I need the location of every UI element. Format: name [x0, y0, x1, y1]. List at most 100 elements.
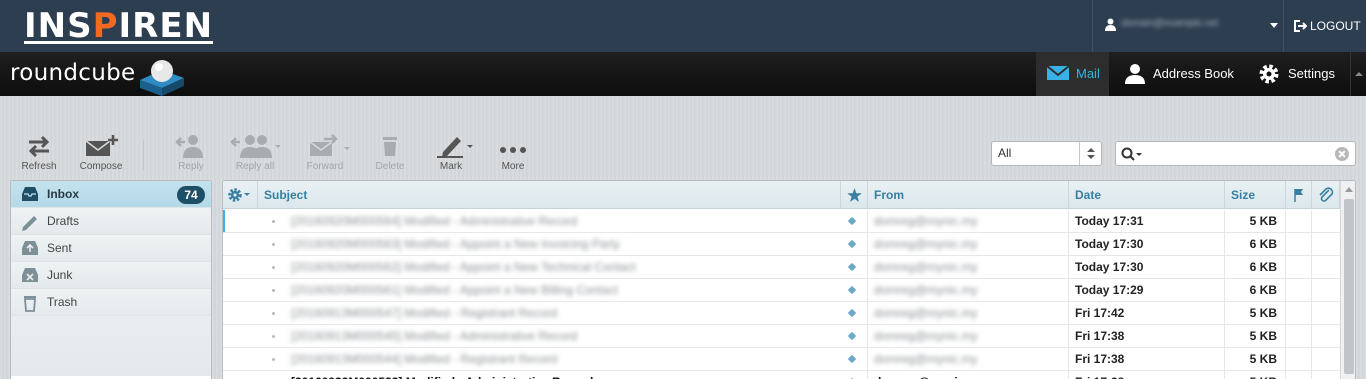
- refresh-button[interactable]: Refresh: [10, 134, 68, 174]
- list-options-button[interactable]: [223, 181, 258, 209]
- message-date: Fri 17:42: [1069, 302, 1225, 324]
- forward-button[interactable]: Forward: [296, 134, 354, 174]
- reply-all-icon: [230, 135, 280, 158]
- folder-inbox[interactable]: Inbox 74: [11, 181, 211, 208]
- message-list-scrollbar[interactable]: [1340, 181, 1355, 379]
- nav-settings[interactable]: Settings: [1256, 52, 1350, 96]
- reply-icon: [175, 135, 203, 158]
- flag-cell: [1286, 348, 1312, 370]
- message-row[interactable]: [20160923M000533] Modified - Administrat…: [223, 371, 1340, 379]
- user-email: domain@example.net: [1121, 18, 1219, 29]
- from-spacer: [998, 279, 1069, 301]
- more-button[interactable]: More: [484, 134, 542, 174]
- compose-button[interactable]: Compose: [72, 134, 130, 174]
- search-input[interactable]: [1115, 141, 1356, 166]
- message-size: 5 KB: [1225, 302, 1286, 324]
- message-row[interactable]: [20160913M000544] Modified - Registrant …: [223, 348, 1340, 371]
- thread-dot-icon: [272, 266, 275, 269]
- more-label: More: [501, 161, 525, 172]
- attachment-cell: [1312, 348, 1340, 370]
- logo-text-2: P: [92, 6, 119, 46]
- forward-icon: [309, 134, 350, 156]
- attachment-cell: [1312, 233, 1340, 255]
- column-subject[interactable]: Subject: [258, 181, 841, 209]
- message-row[interactable]: [20160920M000561] Modified - Appoint a N…: [223, 279, 1340, 302]
- folder-junk[interactable]: Junk: [11, 262, 211, 289]
- message-row[interactable]: [20160913M000547] Modified - Registrant …: [223, 302, 1340, 325]
- message-from: domreg@mynic.my: [874, 306, 978, 320]
- message-row[interactable]: [20160913M000545] Modified - Administrat…: [223, 325, 1340, 348]
- mark-label: Mark: [439, 161, 463, 172]
- from-spacer: [998, 302, 1069, 324]
- message-subject: [20160913M000544] Modified - Registrant …: [291, 352, 558, 366]
- thread-dot-icon: [272, 335, 275, 338]
- forward-label: Forward: [306, 161, 344, 172]
- message-row[interactable]: [20160920M000564] Modified - Administrat…: [223, 210, 1340, 233]
- attachment-cell: [1312, 371, 1340, 379]
- attachment-cell: [1312, 325, 1340, 347]
- from-spacer: [998, 233, 1069, 255]
- chevron-down-icon: [1270, 23, 1278, 28]
- column-size[interactable]: Size: [1225, 181, 1286, 209]
- nav-mail-label: Mail: [1076, 66, 1100, 81]
- flag-cell: [841, 325, 868, 347]
- flag-cell: [841, 210, 868, 232]
- message-subject: [20160920M000563] Modified - Appoint a N…: [291, 237, 620, 251]
- trash-icon: [24, 296, 36, 312]
- folder-drafts[interactable]: Drafts: [11, 208, 211, 235]
- message-row[interactable]: [20160920M000563] Modified - Appoint a N…: [223, 233, 1340, 256]
- trash-icon: [383, 137, 397, 156]
- message-row[interactable]: [20160920M000562] Modified - Appoint a N…: [223, 256, 1340, 279]
- nav-address-book[interactable]: Address Book: [1121, 52, 1245, 96]
- select-spinner-icon: [1079, 142, 1101, 165]
- nav-mail[interactable]: Mail: [1036, 52, 1109, 96]
- nav-collapse-button[interactable]: [1350, 52, 1366, 96]
- clear-search-icon[interactable]: [1335, 147, 1349, 161]
- column-from[interactable]: From: [868, 181, 1069, 209]
- flag-cell: [1286, 210, 1312, 232]
- column-attachment[interactable]: [1312, 181, 1340, 209]
- delete-button[interactable]: Delete: [361, 134, 419, 174]
- message-subject: [20160923M000533] Modified - Administrat…: [285, 371, 841, 379]
- folder-label: Junk: [47, 268, 73, 282]
- contact-icon: [1125, 64, 1145, 84]
- message-date: Fri 17:38: [1069, 371, 1225, 379]
- flag-cell: [841, 348, 868, 370]
- flag-cell: [1286, 325, 1312, 347]
- user-menu[interactable]: domain@example.net: [1092, 0, 1284, 52]
- folder-trash[interactable]: Trash: [11, 289, 211, 316]
- message-date: Today 17:30: [1069, 256, 1225, 278]
- gear-icon: [228, 188, 250, 202]
- scrollbar-thumb[interactable]: [1344, 199, 1354, 374]
- search-icon: [1121, 147, 1142, 161]
- nav-settings-label: Settings: [1288, 66, 1335, 81]
- from-spacer: [998, 210, 1069, 232]
- filter-select[interactable]: All: [991, 141, 1102, 166]
- folder-sent[interactable]: Sent: [11, 235, 211, 262]
- more-icon: [500, 147, 526, 153]
- reply-button[interactable]: Reply: [162, 134, 220, 174]
- message-list-header: Subject From Date Size: [223, 181, 1355, 209]
- thread-dot-icon: [272, 289, 275, 292]
- from-spacer: [998, 371, 1069, 379]
- column-date[interactable]: Date: [1069, 181, 1225, 209]
- reply-all-button[interactable]: Reply all: [226, 134, 284, 174]
- column-flag[interactable]: [1286, 181, 1312, 209]
- inspiren-logo[interactable]: INSPIREN: [24, 6, 214, 46]
- message-list: Subject From Date Size [20160920M000564]…: [222, 180, 1356, 379]
- attachment-cell: [1312, 256, 1340, 278]
- selection-indicator: [223, 210, 225, 232]
- thread-dot-icon: [272, 243, 275, 246]
- thread-dot-icon: [272, 220, 275, 223]
- logout-button[interactable]: LOGOUT: [1294, 0, 1361, 52]
- mark-button[interactable]: Mark: [422, 134, 480, 174]
- paperclip-icon: [1319, 187, 1334, 202]
- flag-cell: [1286, 279, 1312, 301]
- from-spacer: [998, 325, 1069, 347]
- column-flag-star[interactable]: [841, 181, 868, 209]
- message-from: domreg@mynic.my: [874, 329, 978, 343]
- top-bar: INSPIREN domain@example.net LOGOUT: [0, 0, 1366, 52]
- sent-icon: [22, 241, 38, 255]
- message-subject: [20160920M000564] Modified - Administrat…: [291, 214, 578, 228]
- chevron-up-icon: [1355, 72, 1363, 76]
